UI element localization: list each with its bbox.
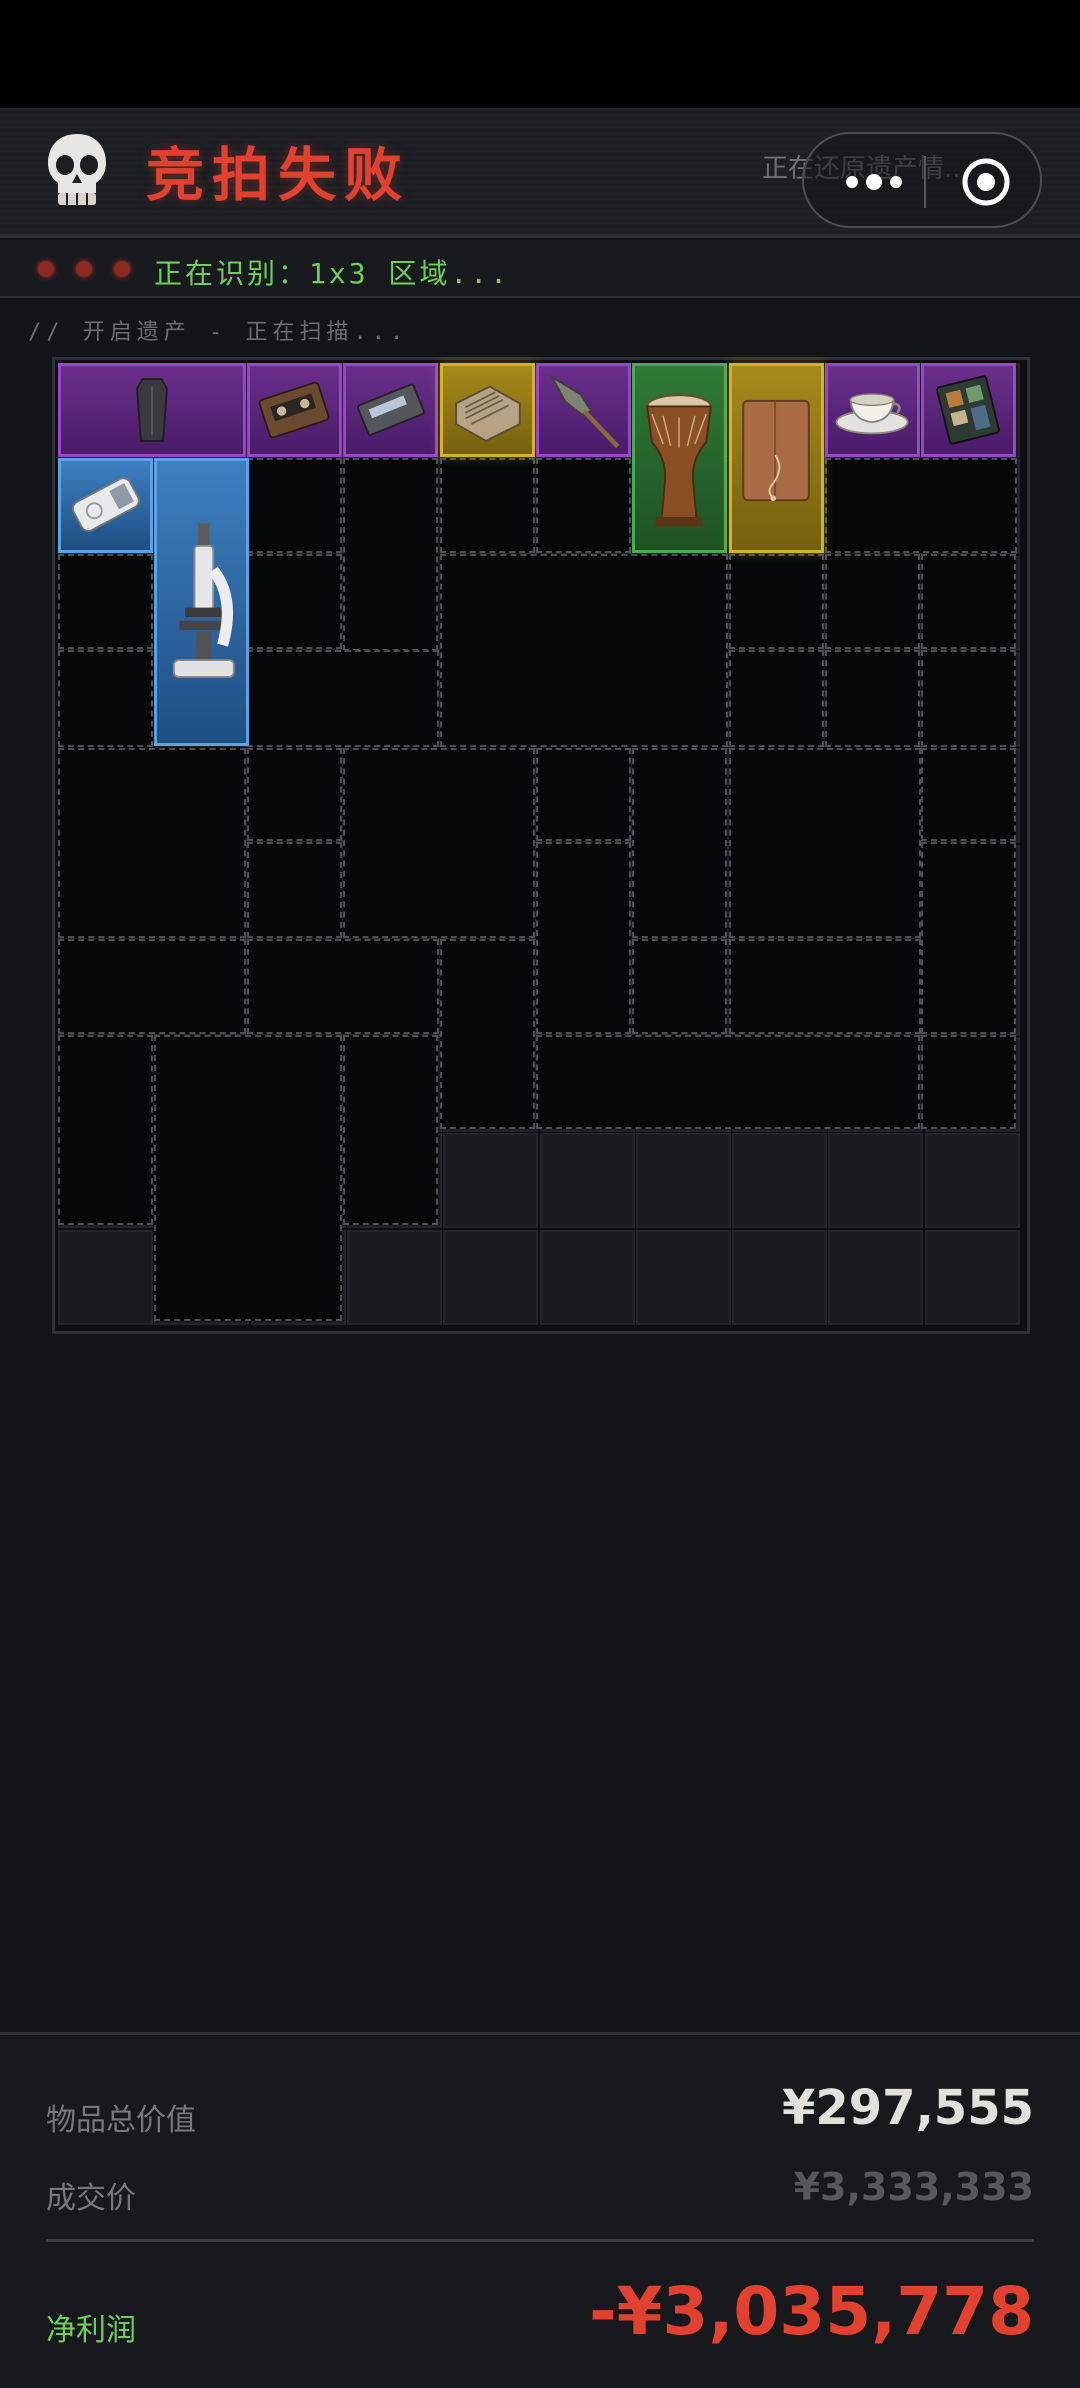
scan-status-text: 正在识别：1x3 区域... xyxy=(154,257,511,290)
unrevealed-region xyxy=(58,650,153,747)
memory-module-icon xyxy=(357,383,425,436)
unrevealed-region xyxy=(825,458,1017,553)
vintage-radio-icon xyxy=(455,385,521,442)
item-memory-module[interactable] xyxy=(343,363,438,457)
unrevealed-region xyxy=(632,939,727,1034)
scan-status-bar: 正在识别：1x3 区域... xyxy=(0,240,1080,298)
coffin-icon xyxy=(136,378,168,442)
microscope-icon xyxy=(172,523,235,678)
grid-slot xyxy=(924,1133,1020,1229)
grid-slot xyxy=(443,1229,539,1325)
status-led-icon xyxy=(38,261,54,277)
item-mp3-player[interactable] xyxy=(58,458,153,553)
spear-head-icon xyxy=(549,374,620,449)
open-legacy-label: // 开启遗产 - 正在扫描... xyxy=(28,320,409,345)
unrevealed-region xyxy=(921,748,1016,841)
grid-slot xyxy=(539,1229,635,1325)
status-led-icon xyxy=(114,261,130,277)
unrevealed-region xyxy=(825,650,920,747)
page-title: 竞拍失败 xyxy=(146,141,411,209)
unrevealed-region xyxy=(729,748,921,938)
status-led-icon xyxy=(76,261,92,277)
unrevealed-region xyxy=(343,748,535,938)
item-circuit-board[interactable] xyxy=(921,363,1016,457)
unrevealed-region xyxy=(247,554,342,649)
unrevealed-region xyxy=(154,1035,342,1321)
unrevealed-region xyxy=(536,458,631,553)
teacup-icon xyxy=(835,393,909,435)
total-value-amount: ¥297,555 xyxy=(781,2080,1034,2136)
unrevealed-region xyxy=(440,458,535,553)
close-miniprogram-icon[interactable] xyxy=(960,156,1012,208)
unrevealed-region xyxy=(247,842,342,938)
unrevealed-region xyxy=(632,748,727,938)
unrevealed-region xyxy=(58,1035,153,1225)
unrevealed-region xyxy=(729,650,824,747)
inventory-grid xyxy=(52,357,1030,1334)
unrevealed-region xyxy=(729,554,824,649)
item-cassette[interactable] xyxy=(247,363,342,457)
more-dots-icon[interactable] xyxy=(842,170,906,194)
grid-slot xyxy=(539,1133,635,1229)
unrevealed-region xyxy=(825,554,920,649)
capsule-divider xyxy=(924,156,926,208)
unrevealed-region xyxy=(536,1035,920,1129)
grid-slot xyxy=(58,1229,153,1325)
total-value-label: 物品总价值 xyxy=(46,2103,196,2138)
item-vintage-radio[interactable] xyxy=(440,363,535,457)
unrevealed-region xyxy=(921,554,1016,649)
summary-divider xyxy=(46,2239,1034,2242)
skull-icon xyxy=(48,134,106,205)
unrevealed-region xyxy=(58,939,246,1034)
unrevealed-region xyxy=(343,1035,438,1225)
grid-slot xyxy=(828,1229,924,1325)
unrevealed-region xyxy=(247,458,342,553)
unrevealed-region xyxy=(921,842,1016,1034)
unrevealed-region xyxy=(440,939,535,1129)
grid-slot xyxy=(732,1229,828,1325)
grid-slot xyxy=(635,1229,731,1325)
result-header: 竞拍失败 正在还原遗产情... xyxy=(0,108,1080,238)
unrevealed-region xyxy=(247,650,439,747)
grid-slot xyxy=(828,1133,924,1229)
unrevealed-region xyxy=(343,458,438,651)
item-spear-head[interactable] xyxy=(536,363,631,457)
unrevealed-region xyxy=(729,939,921,1034)
unrevealed-region xyxy=(440,554,728,747)
deal-price-amount: ¥3,333,333 xyxy=(793,2165,1034,2209)
net-profit-amount: -¥3,035,778 xyxy=(589,2273,1034,2350)
miniprogram-capsule[interactable] xyxy=(802,132,1042,228)
grid-slot xyxy=(635,1133,731,1229)
net-profit-label: 净利润 xyxy=(46,2313,136,2348)
unrevealed-region xyxy=(58,554,153,649)
grid-slot xyxy=(443,1133,539,1229)
cassette-tape-icon xyxy=(258,381,330,439)
unrevealed-region xyxy=(247,748,342,841)
deal-price-label: 成交价 xyxy=(46,2181,136,2216)
unrevealed-region xyxy=(247,939,439,1034)
unrevealed-region xyxy=(921,650,1016,747)
item-teacup[interactable] xyxy=(825,363,920,457)
item-leather-journal[interactable] xyxy=(729,363,824,553)
grid-slot xyxy=(346,1229,442,1325)
unrevealed-region xyxy=(58,748,246,938)
item-microscope[interactable] xyxy=(154,458,249,746)
djembe-drum-icon xyxy=(646,394,712,527)
unrevealed-region xyxy=(536,842,631,1034)
unrevealed-region xyxy=(536,748,631,841)
mp3-player-icon xyxy=(71,477,140,532)
grid-slot xyxy=(732,1133,828,1229)
grid-slot xyxy=(924,1229,1020,1325)
circuit-board-icon xyxy=(936,375,1000,445)
item-coffin[interactable] xyxy=(58,363,246,457)
status-bar xyxy=(0,0,1080,108)
settlement-panel: 物品总价值 ¥297,555 成交价 ¥3,333,333 净利润 -¥3,03… xyxy=(0,2032,1080,2388)
leather-journal-icon xyxy=(742,399,810,502)
unrevealed-region xyxy=(921,1035,1016,1129)
item-djembe-drum[interactable] xyxy=(632,363,727,553)
